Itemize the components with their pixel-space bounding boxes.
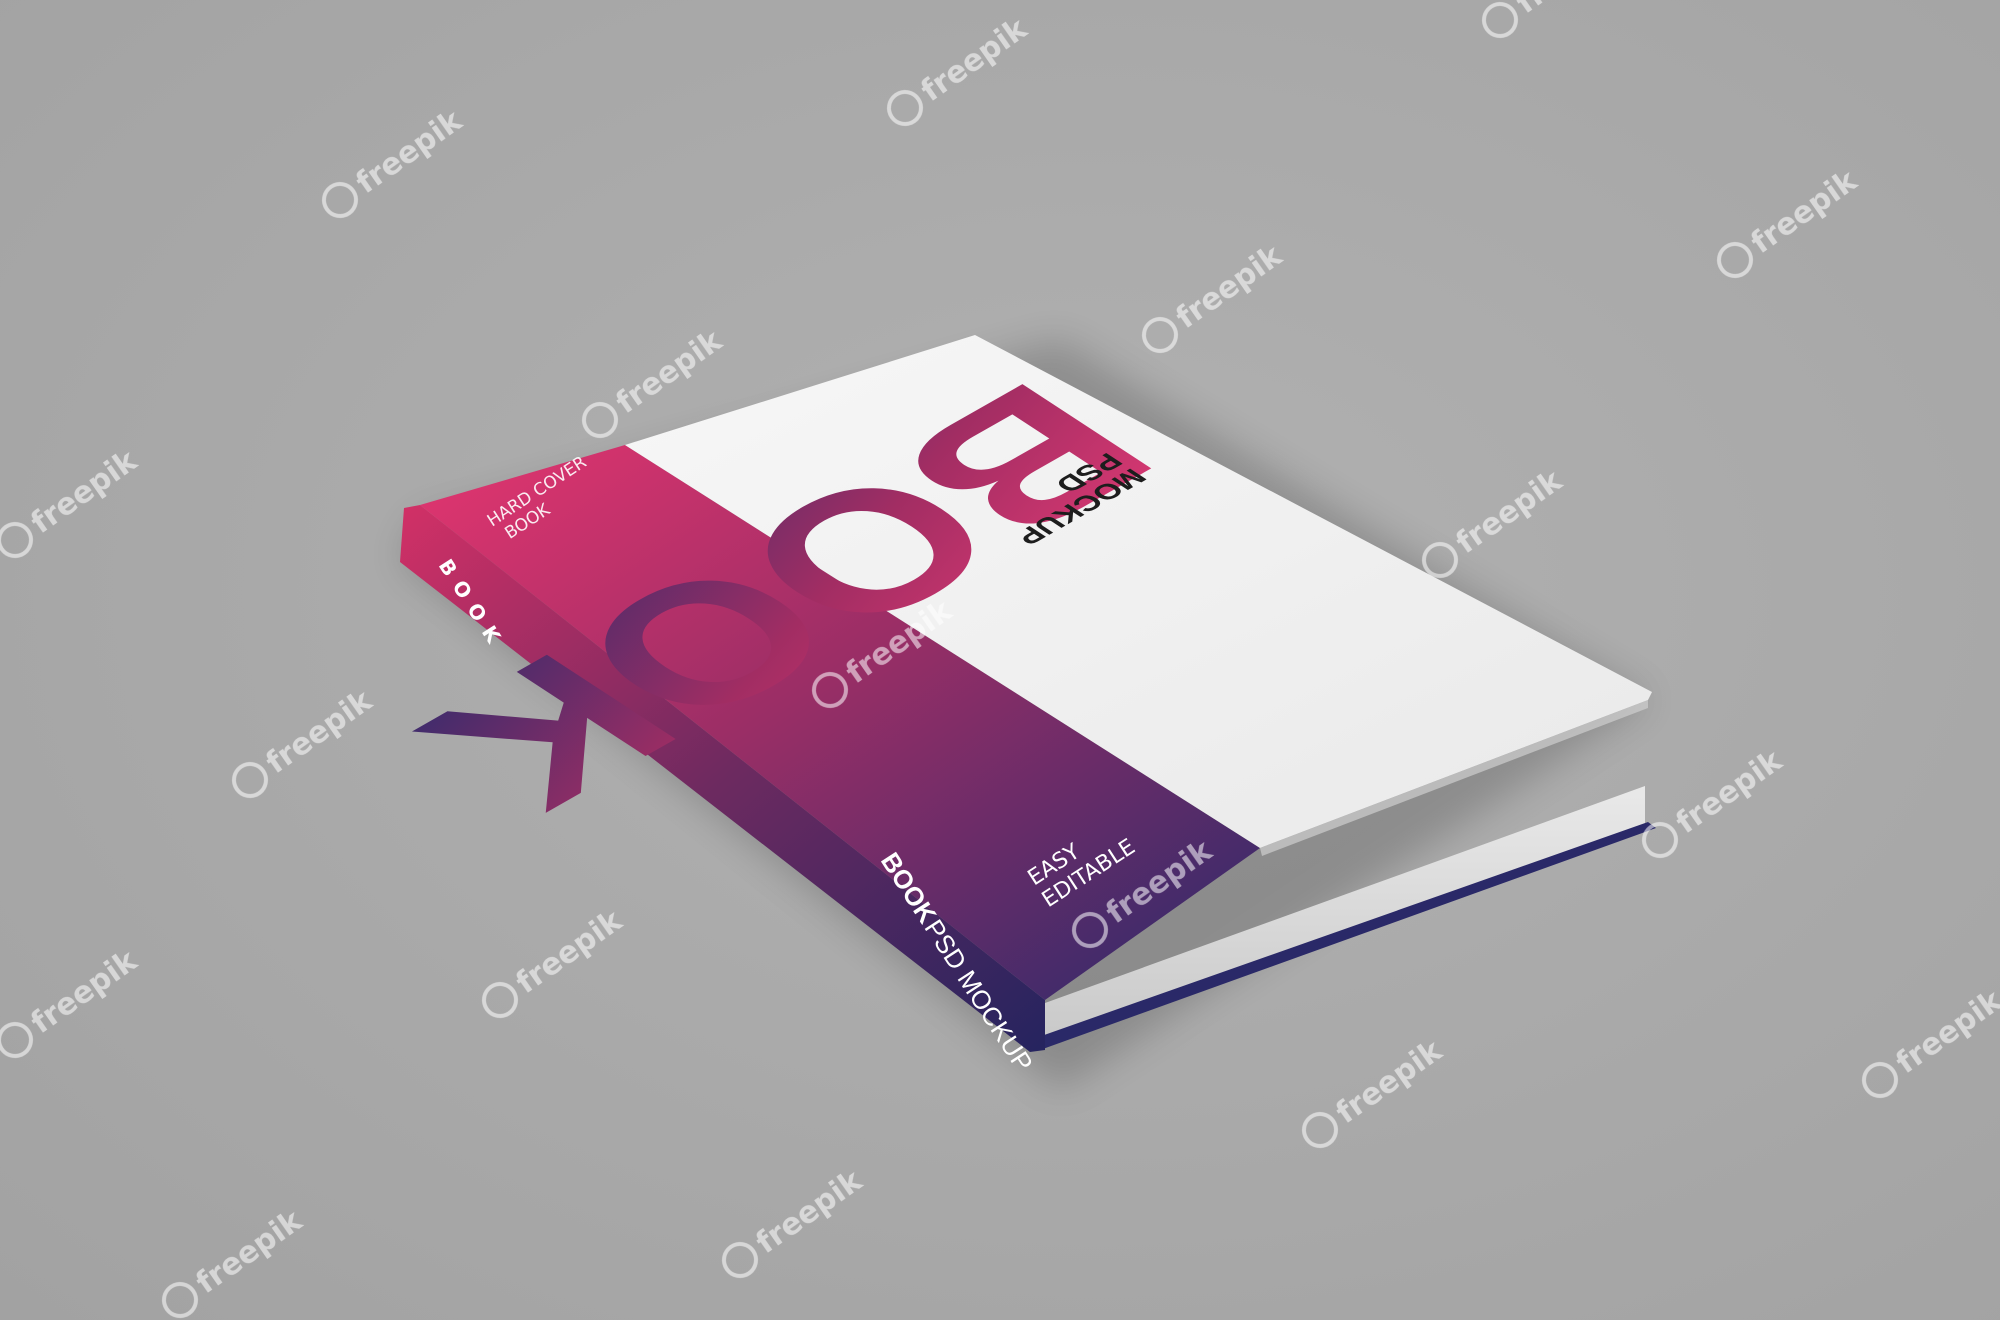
- watermark-text: freepik: [25, 943, 144, 1041]
- watermark-text: freepik: [350, 103, 469, 201]
- freepik-logo-icon: [1142, 317, 1178, 353]
- watermark-text: freepik: [1510, 0, 1629, 21]
- freepik-logo-icon: [1862, 1062, 1898, 1098]
- watermark-text: freepik: [1450, 463, 1569, 561]
- watermark-text: freepik: [610, 323, 729, 421]
- freepik-logo-icon: [722, 1242, 758, 1278]
- mockup-scene: BOOK PSD MOCKUP HARD COVER BOOK BOOK EAS…: [0, 0, 2000, 1320]
- freepik-logo-icon: [1717, 242, 1753, 278]
- freepik-logo-icon: [1482, 2, 1518, 38]
- watermark-text: freepik: [1670, 743, 1789, 841]
- watermark-10: freepik: [232, 683, 379, 798]
- watermark-11: freepik: [1642, 743, 1789, 858]
- watermark-text: freepik: [25, 443, 144, 541]
- watermark-text: freepik: [510, 903, 629, 1001]
- freepik-logo-icon: [162, 1282, 198, 1318]
- watermark-text: freepik: [915, 11, 1034, 109]
- watermark-text: freepik: [260, 683, 379, 781]
- freepik-logo-icon: [322, 182, 358, 218]
- watermark-text: freepik: [1745, 163, 1864, 261]
- watermark-text: freepik: [1330, 1033, 1449, 1131]
- watermark-8: freepik: [1422, 463, 1569, 578]
- freepik-logo-icon: [887, 90, 923, 126]
- watermark-16: freepik: [1862, 983, 2000, 1098]
- watermark-text: freepik: [1170, 238, 1289, 336]
- watermark-14: freepik: [1302, 1033, 1449, 1148]
- book-illustration: BOOK PSD MOCKUP HARD COVER BOOK BOOK EAS…: [0, 0, 2000, 1318]
- watermark-1: freepik: [887, 11, 1034, 126]
- watermark-3: freepik: [1482, 0, 1629, 38]
- freepik-logo-icon: [232, 762, 268, 798]
- watermark-15: freepik: [722, 1163, 869, 1278]
- watermark-7: freepik: [0, 443, 144, 558]
- watermark-13: freepik: [482, 903, 629, 1018]
- watermark-4: freepik: [1717, 163, 1864, 278]
- freepik-logo-icon: [0, 522, 33, 558]
- watermark-17: freepik: [162, 1203, 309, 1318]
- freepik-logo-icon: [482, 982, 518, 1018]
- watermark-text: freepik: [1890, 983, 2000, 1081]
- watermark-5: freepik: [1142, 238, 1289, 353]
- freepik-logo-icon: [1302, 1112, 1338, 1148]
- watermark-text: freepik: [190, 1203, 309, 1301]
- freepik-logo-icon: [0, 1022, 33, 1058]
- freepik-logo-icon: [582, 402, 618, 438]
- watermark-18: freepik: [0, 943, 144, 1058]
- watermark-2: freepik: [322, 103, 469, 218]
- watermark-text: freepik: [750, 1163, 869, 1261]
